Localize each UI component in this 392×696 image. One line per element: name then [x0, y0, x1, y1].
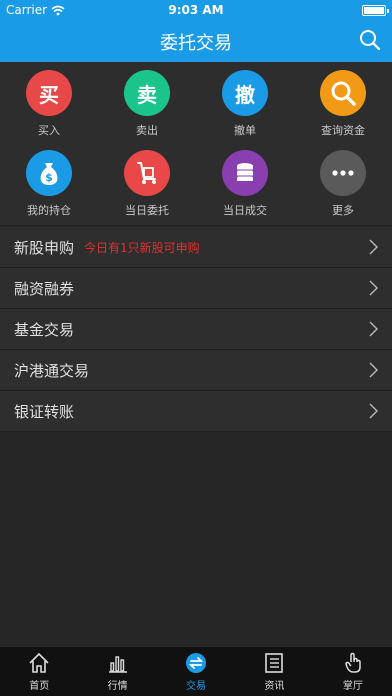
tab-market[interactable]: 行情 — [78, 647, 156, 696]
grid-label: 我的持仓 — [27, 204, 71, 217]
menu-item-label: 沪港通交易 — [14, 361, 90, 380]
tab-trade[interactable]: 交易 — [157, 647, 235, 696]
home-icon — [29, 652, 49, 673]
menu-item-label: 基金交易 — [14, 320, 75, 339]
menu-item-bank-transfer[interactable]: 银证转账 — [0, 391, 392, 432]
battery-icon — [362, 5, 389, 16]
trade-menu: 新股申购 今日有1只新股可申购 融资融券 基金交易 沪港通交易 银证转账 — [0, 227, 392, 432]
tab-label: 行情 — [107, 681, 128, 692]
status-bar: Carrier 9:03 AM — [0, 0, 392, 20]
grid-item-query-funds[interactable]: 查询资金 — [294, 62, 392, 140]
tab-label: 交易 — [186, 681, 207, 692]
coin-stack-icon — [222, 150, 268, 196]
chevron-right-icon — [369, 239, 378, 255]
hand-truck-icon — [124, 150, 170, 196]
chevron-right-icon — [369, 362, 378, 378]
grid-item-cancel-order[interactable]: 撤 撤单 — [196, 62, 294, 140]
menu-item-fund-trading[interactable]: 基金交易 — [0, 309, 392, 350]
hand-tap-icon — [345, 652, 361, 673]
tab-bar: 首页 行情 交易 资讯 掌厅 — [0, 646, 392, 696]
menu-item-margin-trading[interactable]: 融资融券 — [0, 268, 392, 309]
chevron-right-icon — [369, 321, 378, 337]
function-grid: 买 买入 卖 卖出 撤 撤单 查询资金 $ 我的持仓 当日委托 当日成交 更多 — [0, 62, 392, 225]
grid-item-today-trades[interactable]: 当日成交 — [196, 142, 294, 220]
grid-label: 查询资金 — [321, 124, 365, 137]
nav-bar: 委托交易 — [0, 20, 392, 62]
menu-item-label: 融资融券 — [14, 279, 75, 298]
menu-item-label: 新股申购 — [14, 238, 75, 257]
bar-chart-icon — [108, 656, 127, 673]
grid-item-buy[interactable]: 买 买入 — [0, 62, 98, 140]
tab-label: 掌厅 — [342, 681, 363, 692]
news-icon — [265, 653, 284, 673]
clock: 9:03 AM — [168, 3, 224, 17]
chevron-right-icon — [369, 403, 378, 419]
grid-label: 撤单 — [234, 124, 256, 137]
sell-icon: 卖 — [124, 70, 170, 116]
tab-news[interactable]: 资讯 — [235, 647, 313, 696]
money-bag-icon: $ — [26, 150, 72, 196]
tab-hall[interactable]: 掌厅 — [314, 647, 392, 696]
grid-item-more[interactable]: 更多 — [294, 142, 392, 220]
search-icon[interactable] — [358, 28, 382, 52]
ipo-promo-text: 今日有1只新股可申购 — [84, 240, 200, 255]
exchange-icon — [186, 653, 207, 673]
menu-item-hk-connect[interactable]: 沪港通交易 — [0, 350, 392, 391]
grid-label: 更多 — [332, 204, 354, 217]
grid-item-sell[interactable]: 卖 卖出 — [98, 62, 196, 140]
grid-item-my-positions[interactable]: $ 我的持仓 — [0, 142, 98, 220]
more-dots-icon — [320, 150, 366, 196]
grid-label: 当日委托 — [125, 204, 169, 217]
grid-label: 当日成交 — [223, 204, 267, 217]
grid-label: 买入 — [38, 124, 60, 137]
grid-label: 卖出 — [136, 124, 158, 137]
svg-text:$: $ — [45, 171, 53, 184]
cancel-order-icon: 撤 — [222, 70, 268, 116]
grid-item-today-orders[interactable]: 当日委托 — [98, 142, 196, 220]
magnifier-icon — [320, 70, 366, 116]
buy-icon: 买 — [26, 70, 72, 116]
tab-home[interactable]: 首页 — [0, 647, 78, 696]
tab-label: 首页 — [29, 681, 50, 692]
chevron-right-icon — [369, 280, 378, 296]
menu-item-ipo-subscription[interactable]: 新股申购 今日有1只新股可申购 — [0, 227, 392, 268]
menu-item-label: 银证转账 — [14, 402, 75, 421]
tab-label: 资讯 — [264, 681, 285, 692]
page-title: 委托交易 — [160, 33, 232, 54]
